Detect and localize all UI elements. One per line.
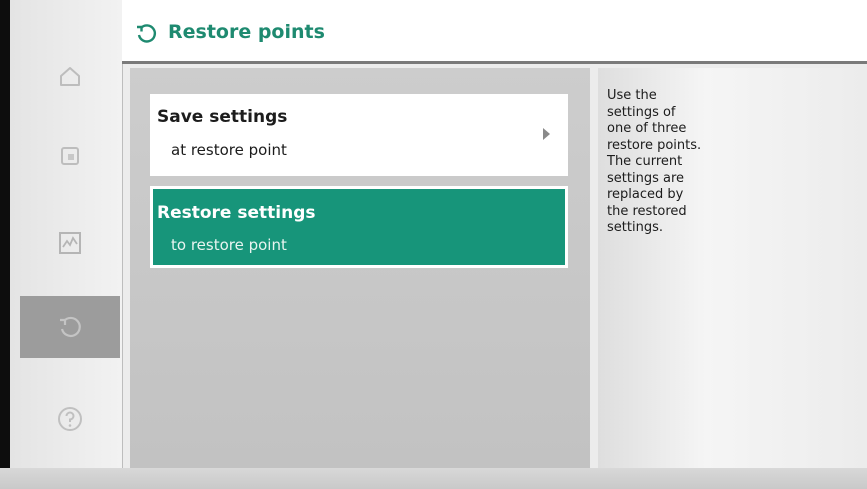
display-bezel-left xyxy=(0,0,10,489)
menu-list: Save settings at restore point Restore s… xyxy=(130,68,590,468)
menu-item-title: Save settings xyxy=(157,107,288,127)
nav-restore[interactable] xyxy=(20,296,120,358)
home-icon xyxy=(60,67,80,86)
nav-diagnostics[interactable] xyxy=(20,212,120,274)
nav-help[interactable] xyxy=(20,388,120,450)
info-panel: Use the settings of one of three restore… xyxy=(598,68,867,468)
info-text: Use the settings of one of three restore… xyxy=(607,88,702,235)
display-bezel-bottom xyxy=(0,468,867,489)
header: Restore points xyxy=(122,0,867,64)
page-title: Restore points xyxy=(168,21,325,43)
settings-icon xyxy=(61,147,79,165)
menu-item-restore-settings[interactable]: Restore settings to restore point xyxy=(150,186,568,268)
menu-item-title: Restore settings xyxy=(157,203,316,223)
help-icon xyxy=(58,407,82,431)
nav-settings[interactable] xyxy=(20,125,120,187)
menu-item-subtitle: to restore point xyxy=(171,236,287,254)
menu-item-save-settings[interactable]: Save settings at restore point xyxy=(150,94,568,176)
diagnostics-icon xyxy=(59,232,81,254)
restore-icon xyxy=(60,316,81,338)
restore-icon xyxy=(137,24,156,43)
nav-home[interactable] xyxy=(20,45,120,107)
chevron-right-icon xyxy=(543,128,550,140)
menu-item-subtitle: at restore point xyxy=(171,141,287,159)
sidebar xyxy=(10,0,123,468)
